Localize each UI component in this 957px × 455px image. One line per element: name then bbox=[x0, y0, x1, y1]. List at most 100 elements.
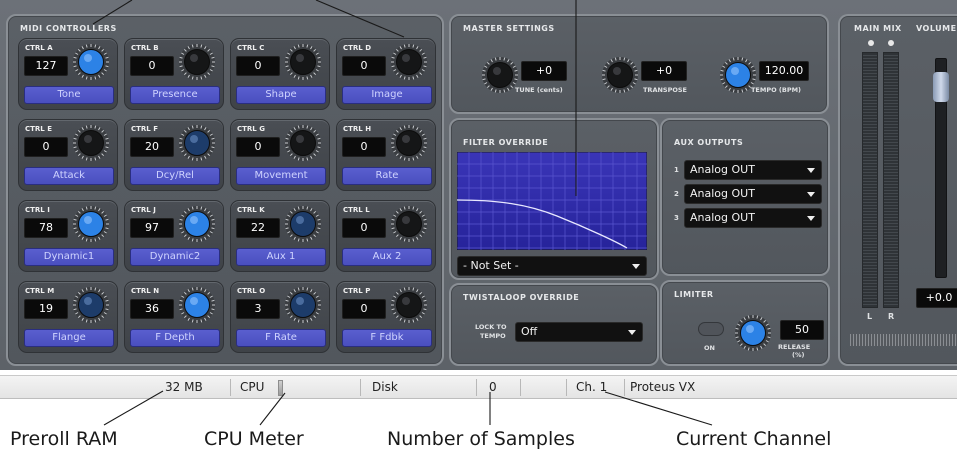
aux-output-select[interactable]: Analog OUT bbox=[684, 184, 822, 204]
controller-value[interactable]: 36 bbox=[130, 299, 174, 319]
controller-knob[interactable] bbox=[72, 286, 110, 324]
controller-label: CTRL G bbox=[237, 125, 265, 133]
tempo-label: TEMPO (BPM) bbox=[751, 86, 802, 94]
controller-value[interactable]: 0 bbox=[342, 56, 386, 76]
controller-knob[interactable] bbox=[284, 124, 322, 162]
limiter-on-button[interactable] bbox=[698, 322, 724, 336]
controller-value[interactable]: 19 bbox=[24, 299, 68, 319]
controller-destination-button[interactable]: Rate bbox=[342, 167, 432, 185]
current-channel: Ch. 1 bbox=[576, 380, 608, 394]
controller-knob[interactable] bbox=[284, 286, 322, 324]
tempo-lock-label: TEMPO bbox=[480, 332, 506, 340]
main-mix-title: MAIN MIX bbox=[854, 24, 902, 33]
release-unit: (%) bbox=[792, 351, 805, 359]
controller-knob[interactable] bbox=[72, 205, 110, 243]
controller-cell: CTRL M 19 Flange bbox=[18, 281, 118, 353]
controller-knob[interactable] bbox=[390, 124, 428, 162]
controller-value[interactable]: 0 bbox=[342, 299, 386, 319]
filter-graph[interactable] bbox=[457, 152, 647, 250]
controller-knob[interactable] bbox=[178, 43, 216, 81]
controller-knob[interactable] bbox=[178, 124, 216, 162]
controller-destination-button[interactable]: Flange bbox=[24, 329, 114, 347]
controller-destination-button[interactable]: Aux 1 bbox=[236, 248, 326, 266]
controller-value[interactable]: 97 bbox=[130, 218, 174, 238]
aux-output-select[interactable]: Analog OUT bbox=[684, 208, 822, 228]
chevron-down-icon bbox=[628, 330, 636, 335]
status-bar: 32 MB CPU Disk 0 Ch. 1 Proteus VX bbox=[0, 375, 957, 399]
controller-value[interactable]: 78 bbox=[24, 218, 68, 238]
chevron-down-icon bbox=[807, 168, 815, 173]
controller-knob[interactable] bbox=[72, 43, 110, 81]
controller-knob[interactable] bbox=[178, 286, 216, 324]
left-channel-label: L bbox=[867, 312, 873, 321]
controller-label: CTRL P bbox=[343, 287, 371, 295]
controller-destination-button[interactable]: Aux 2 bbox=[342, 248, 432, 266]
controller-label: CTRL I bbox=[25, 206, 50, 214]
controller-value[interactable]: 0 bbox=[130, 56, 174, 76]
controller-destination-button[interactable]: F Rate bbox=[236, 329, 326, 347]
controller-knob[interactable] bbox=[390, 43, 428, 81]
release-label: RELEASE bbox=[778, 343, 811, 351]
controller-destination-button[interactable]: F Fdbk bbox=[342, 329, 432, 347]
controller-value[interactable]: 22 bbox=[236, 218, 280, 238]
volume-slider-thumb[interactable] bbox=[933, 72, 949, 102]
controller-value[interactable]: 0 bbox=[342, 137, 386, 157]
volume-value[interactable]: +0.0 bbox=[916, 288, 957, 308]
release-knob[interactable] bbox=[734, 314, 772, 352]
controller-destination-button[interactable]: Dynamic1 bbox=[24, 248, 114, 266]
twistaloop-select[interactable]: Off bbox=[515, 322, 643, 342]
right-led-icon bbox=[888, 40, 894, 46]
transpose-value[interactable]: +0 bbox=[641, 61, 687, 81]
controller-cell: CTRL N 36 F Depth bbox=[124, 281, 224, 353]
controller-value[interactable]: 0 bbox=[24, 137, 68, 157]
controller-label: CTRL E bbox=[25, 125, 52, 133]
controller-value[interactable]: 0 bbox=[236, 137, 280, 157]
controller-knob[interactable] bbox=[178, 205, 216, 243]
tempo-value[interactable]: 120.00 bbox=[759, 61, 809, 81]
aux-output-select[interactable]: Analog OUT bbox=[684, 160, 822, 180]
controller-knob[interactable] bbox=[390, 286, 428, 324]
controller-cell: CTRL L 0 Aux 2 bbox=[336, 200, 436, 272]
controller-knob[interactable] bbox=[284, 205, 322, 243]
aux-output-value: Analog OUT bbox=[690, 163, 755, 176]
right-channel-label: R bbox=[888, 312, 895, 321]
transpose-knob[interactable] bbox=[601, 56, 639, 94]
controller-cell: CTRL A 127 Tone bbox=[18, 38, 118, 110]
controller-destination-button[interactable]: Movement bbox=[236, 167, 326, 185]
release-value[interactable]: 50 bbox=[780, 320, 824, 340]
filter-select-value: - Not Set - bbox=[463, 259, 519, 272]
controller-knob[interactable] bbox=[390, 205, 428, 243]
controller-value[interactable]: 0 bbox=[342, 218, 386, 238]
controller-destination-button[interactable]: F Depth bbox=[130, 329, 220, 347]
sample-count: 0 bbox=[489, 380, 497, 394]
controller-label: CTRL D bbox=[343, 44, 372, 52]
filter-override-panel: FILTER OVERRIDE - Not Set - bbox=[449, 118, 659, 280]
filter-override-title: FILTER OVERRIDE bbox=[463, 138, 549, 147]
controller-value[interactable]: 20 bbox=[130, 137, 174, 157]
controller-knob[interactable] bbox=[72, 124, 110, 162]
controller-destination-button[interactable]: Tone bbox=[24, 86, 114, 104]
tune-label: TUNE (cents) bbox=[515, 86, 563, 94]
tune-knob[interactable] bbox=[481, 56, 519, 94]
volume-scale bbox=[850, 334, 957, 346]
volume-title: VOLUME bbox=[916, 24, 957, 33]
controller-destination-button[interactable]: Shape bbox=[236, 86, 326, 104]
controller-cell: CTRL E 0 Attack bbox=[18, 119, 118, 191]
tune-value[interactable]: +0 bbox=[521, 61, 567, 81]
master-settings-panel: MASTER SETTINGS +0 TUNE (cents) +0 TRANS… bbox=[449, 14, 829, 114]
controller-destination-button[interactable]: Presence bbox=[130, 86, 220, 104]
controller-destination-button[interactable]: Image bbox=[342, 86, 432, 104]
controller-label: CTRL L bbox=[343, 206, 370, 214]
controller-value[interactable]: 0 bbox=[236, 56, 280, 76]
lock-to-label: LOCK TO bbox=[475, 323, 507, 331]
limiter-panel: LIMITER ON 50 RELEASE (%) bbox=[660, 280, 830, 366]
controller-value[interactable]: 3 bbox=[236, 299, 280, 319]
controller-value[interactable]: 127 bbox=[24, 56, 68, 76]
controller-cell: CTRL D 0 Image bbox=[336, 38, 436, 110]
controller-knob[interactable] bbox=[284, 43, 322, 81]
controller-destination-button[interactable]: Dcy/Rel bbox=[130, 167, 220, 185]
controller-cell: CTRL I 78 Dynamic1 bbox=[18, 200, 118, 272]
controller-destination-button[interactable]: Dynamic2 bbox=[130, 248, 220, 266]
controller-destination-button[interactable]: Attack bbox=[24, 167, 114, 185]
filter-select[interactable]: - Not Set - bbox=[457, 256, 647, 276]
